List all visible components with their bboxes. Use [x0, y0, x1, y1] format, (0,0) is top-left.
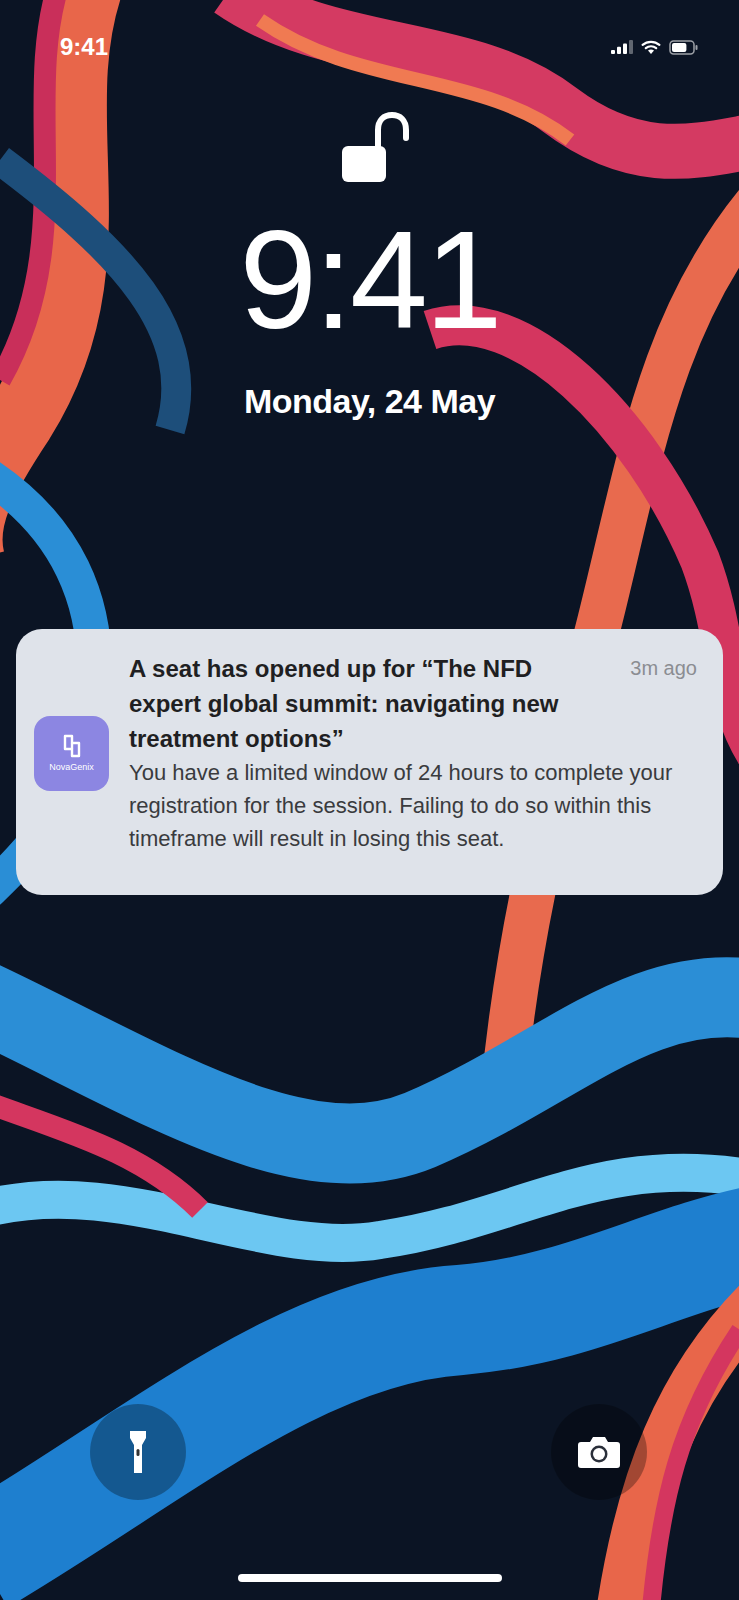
notification-title: A seat has opened up for “The NFD expert… — [129, 651, 579, 756]
app-name: NovaGenix — [49, 762, 94, 773]
flashlight-icon — [129, 1429, 147, 1475]
app-icon: NovaGenix — [34, 716, 109, 791]
signal-icon — [611, 40, 633, 54]
status-bar: 9:41 — [0, 0, 739, 62]
clock-time: 9:41 — [0, 210, 739, 350]
notification-card[interactable]: NovaGenix A seat has opened up for “The N… — [16, 629, 723, 895]
camera-icon — [577, 1435, 621, 1469]
unlocked-padlock-icon — [338, 112, 412, 184]
battery-icon — [669, 40, 699, 55]
lock-screen: 9:41 9:41 Monday, 24 May NovaGenix A seat ha… — [0, 0, 739, 1600]
notification-time: 3m ago — [630, 651, 697, 683]
notification-body: You have a limited window of 24 hours to… — [129, 756, 697, 855]
camera-button[interactable] — [551, 1404, 647, 1500]
novagenix-logo-icon — [59, 733, 85, 759]
flashlight-button[interactable] — [90, 1404, 186, 1500]
wifi-icon — [641, 40, 661, 55]
clock-date: Monday, 24 May — [0, 381, 739, 421]
home-indicator[interactable] — [238, 1574, 502, 1582]
status-time: 9:41 — [60, 32, 108, 62]
